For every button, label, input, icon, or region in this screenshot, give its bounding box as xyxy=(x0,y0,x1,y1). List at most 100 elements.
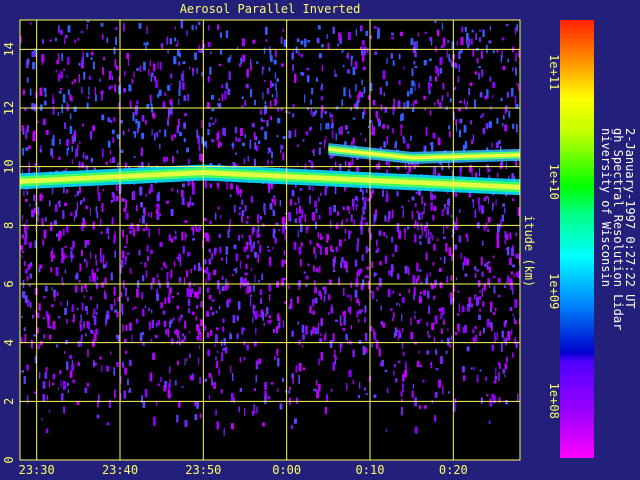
noise-speckle xyxy=(100,23,104,27)
noise-speckle xyxy=(94,254,97,260)
noise-speckle xyxy=(449,344,452,348)
noise-speckle xyxy=(148,321,151,330)
noise-speckle xyxy=(236,315,239,321)
noise-speckle xyxy=(457,323,460,332)
noise-speckle xyxy=(316,37,320,44)
noise-speckle xyxy=(413,60,416,65)
noise-speckle xyxy=(318,358,320,365)
noise-speckle xyxy=(419,318,422,321)
noise-speckle xyxy=(329,340,333,348)
noise-speckle xyxy=(224,346,228,354)
noise-speckle xyxy=(495,142,499,149)
noise-speckle xyxy=(33,334,36,337)
noise-speckle xyxy=(364,305,367,313)
noise-speckle xyxy=(129,230,133,234)
noise-speckle xyxy=(83,197,85,202)
noise-speckle xyxy=(118,76,120,82)
noise-speckle xyxy=(430,232,432,238)
noise-speckle xyxy=(457,313,460,316)
noise-speckle xyxy=(495,367,497,376)
noise-speckle xyxy=(176,150,178,154)
noise-speckle xyxy=(189,353,191,358)
noise-speckle xyxy=(466,101,468,105)
noise-speckle xyxy=(79,321,81,328)
noise-speckle xyxy=(229,333,232,340)
noise-speckle xyxy=(220,215,222,219)
noise-speckle xyxy=(78,74,80,83)
noise-speckle xyxy=(71,81,74,85)
noise-speckle xyxy=(93,333,97,341)
noise-speckle xyxy=(47,314,50,322)
noise-speckle xyxy=(299,259,302,267)
noise-speckle xyxy=(386,136,388,145)
noise-speckle xyxy=(167,328,169,331)
noise-speckle xyxy=(126,296,129,302)
noise-speckle xyxy=(222,318,225,324)
noise-speckle xyxy=(251,123,255,128)
noise-speckle xyxy=(125,200,127,209)
noise-speckle xyxy=(24,333,27,343)
noise-speckle xyxy=(226,180,228,190)
noise-speckle xyxy=(139,186,143,196)
noise-speckle xyxy=(218,98,221,101)
noise-speckle xyxy=(189,66,191,70)
noise-speckle xyxy=(299,187,303,191)
noise-speckle xyxy=(77,144,79,150)
noise-speckle xyxy=(438,308,442,312)
noise-speckle xyxy=(350,231,352,234)
noise-speckle xyxy=(261,273,264,281)
noise-speckle xyxy=(187,201,190,208)
noise-speckle xyxy=(223,337,226,346)
noise-speckle xyxy=(516,24,518,32)
noise-speckle xyxy=(361,92,363,95)
noise-speckle xyxy=(354,196,357,201)
noise-speckle xyxy=(227,229,230,238)
noise-speckle xyxy=(508,110,511,118)
noise-speckle xyxy=(367,125,370,129)
noise-speckle xyxy=(448,391,451,394)
noise-speckle xyxy=(31,314,34,319)
noise-speckle xyxy=(318,244,321,248)
noise-speckle xyxy=(252,304,255,314)
noise-speckle xyxy=(264,131,267,140)
noise-speckle xyxy=(99,356,102,360)
noise-speckle xyxy=(366,247,369,253)
noise-speckle xyxy=(64,202,67,207)
noise-speckle xyxy=(408,288,410,294)
noise-speckle xyxy=(320,96,324,101)
noise-speckle xyxy=(304,38,307,48)
noise-speckle xyxy=(239,357,242,363)
noise-speckle xyxy=(178,277,182,283)
noise-speckle xyxy=(230,365,232,373)
noise-speckle xyxy=(257,225,260,233)
noise-speckle xyxy=(505,400,508,405)
noise-speckle xyxy=(198,226,201,233)
noise-speckle xyxy=(207,272,211,281)
noise-speckle xyxy=(171,188,173,192)
noise-speckle xyxy=(155,335,158,339)
noise-speckle xyxy=(95,312,98,315)
noise-speckle xyxy=(109,158,112,163)
noise-speckle xyxy=(142,228,146,232)
noise-speckle xyxy=(360,132,362,135)
noise-speckle xyxy=(370,82,373,92)
noise-speckle xyxy=(181,231,184,241)
noise-speckle xyxy=(424,405,427,409)
noise-speckle xyxy=(194,414,198,421)
noise-speckle xyxy=(186,288,190,297)
noise-speckle xyxy=(48,200,51,207)
noise-speckle xyxy=(326,234,328,243)
noise-speckle xyxy=(168,321,172,328)
noise-speckle xyxy=(251,195,253,204)
noise-speckle xyxy=(332,361,335,371)
noise-speckle xyxy=(198,142,201,152)
noise-speckle xyxy=(474,294,476,300)
noise-speckle xyxy=(358,382,361,389)
noise-speckle xyxy=(309,239,312,245)
noise-speckle xyxy=(329,206,332,216)
noise-speckle xyxy=(265,26,268,35)
noise-speckle xyxy=(206,311,210,317)
noise-speckle xyxy=(240,277,243,285)
noise-speckle xyxy=(495,199,497,206)
noise-speckle xyxy=(62,94,66,103)
